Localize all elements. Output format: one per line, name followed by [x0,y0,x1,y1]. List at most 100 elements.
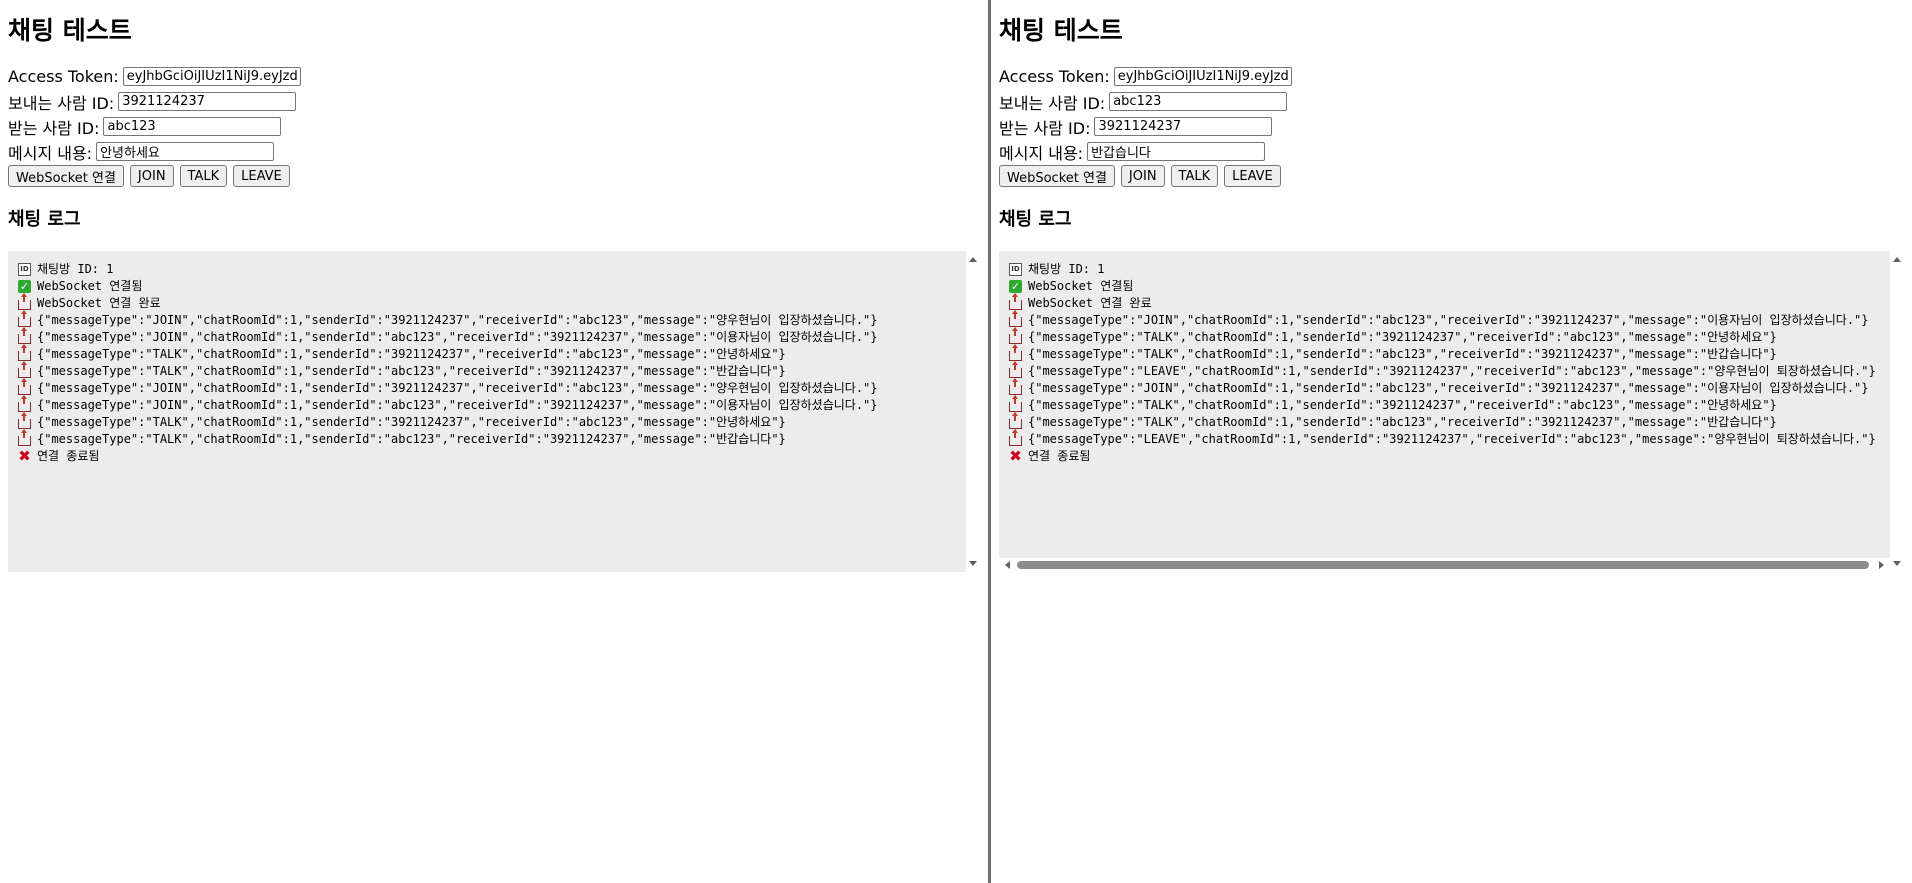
button-bar: WebSocket 연결 JOIN TALK LEAVE [999,165,1904,187]
message-input[interactable] [1087,142,1266,161]
cross-icon: ✖ [18,447,31,465]
receiver-id-input[interactable] [103,117,282,136]
log-line: {"messageType":"TALK","chatRoomId":1,"se… [1009,412,1890,431]
vertical-scrollbar[interactable] [966,251,980,572]
log-line: {"messageType":"TALK","chatRoomId":1,"se… [18,344,980,363]
log-text: {"messageType":"TALK","chatRoomId":1,"se… [1028,415,1777,429]
page-title: 채팅 테스트 [999,16,1123,45]
log-line: {"messageType":"TALK","chatRoomId":1,"se… [18,361,980,380]
outbox-icon [1009,429,1022,446]
log-text: {"messageType":"TALK","chatRoomId":1,"se… [1028,398,1777,412]
log-line: ✓ WebSocket 연결됨 [1009,278,1890,295]
talk-button[interactable]: TALK [179,165,228,187]
log-line: ✓ WebSocket 연결됨 [18,278,980,295]
scroll-down-icon[interactable] [969,561,977,566]
log-text: WebSocket 연결됨 [1028,279,1134,293]
log-line: {"messageType":"TALK","chatRoomId":1,"se… [18,429,980,448]
log-line: {"messageType":"JOIN","chatRoomId":1,"se… [18,378,980,397]
page-title: 채팅 테스트 [8,16,132,45]
scroll-left-icon[interactable] [1005,561,1010,569]
scroll-up-icon[interactable] [1893,257,1901,262]
leave-button[interactable]: LEAVE [233,165,290,187]
sender-label: 보내는 사람 ID: [8,93,115,113]
log-line: {"messageType":"JOIN","chatRoomId":1,"se… [18,395,980,414]
token-row: Access Token: [8,64,980,89]
outbox-icon [1009,412,1022,429]
log-line: ✖ 연결 종료됨 [1009,448,1890,465]
chat-log-content: ID 채팅방 ID: 1 ✓ WebSocket 연결됨 WebSocket 연결 완료… [999,251,1890,465]
receiver-row: 받는 사람 ID: [999,114,1904,139]
log-text: {"messageType":"TALK","chatRoomId":1,"se… [37,347,786,361]
log-line: {"messageType":"JOIN","chatRoomId":1,"se… [1009,378,1890,397]
outbox-icon [1009,293,1022,310]
log-line: {"messageType":"TALK","chatRoomId":1,"se… [1009,344,1890,363]
join-button[interactable]: JOIN [1120,165,1165,187]
log-text: {"messageType":"LEAVE","chatRoomId":1,"s… [1028,364,1876,378]
sender-label: 보내는 사람 ID: [999,93,1106,113]
token-input[interactable] [1113,67,1292,86]
outbox-icon [18,395,31,412]
token-label: Access Token: [8,67,119,86]
token-input[interactable] [122,67,301,86]
log-title: 채팅 로그 [8,209,81,230]
log-text: {"messageType":"JOIN","chatRoomId":1,"se… [37,398,878,412]
log-line: {"messageType":"JOIN","chatRoomId":1,"se… [18,327,980,346]
chat-pane-right: 채팅 테스트 Access Token: 보내는 사람 ID: 받는 사람 ID… [991,0,1912,883]
outbox-icon [18,361,31,378]
message-input[interactable] [96,142,275,161]
log-text: {"messageType":"JOIN","chatRoomId":1,"se… [37,381,878,395]
message-label: 메시지 내용: [8,143,93,163]
outbox-icon [18,429,31,446]
id-icon: ID [1009,263,1022,276]
log-text: WebSocket 연결 완료 [37,296,161,310]
log-text: 연결 종료됨 [37,449,100,463]
log-text: {"messageType":"TALK","chatRoomId":1,"se… [1028,330,1777,344]
scroll-down-icon[interactable] [1893,561,1901,566]
log-text: 채팅방 ID: 1 [37,262,114,276]
token-row: Access Token: [999,64,1904,89]
sender-id-input[interactable] [118,92,297,111]
chat-pane-left: 채팅 테스트 Access Token: 보내는 사람 ID: 받는 사람 ID… [0,0,988,883]
leave-button[interactable]: LEAVE [1224,165,1281,187]
log-text: {"messageType":"JOIN","chatRoomId":1,"se… [1028,381,1869,395]
log-line: {"messageType":"LEAVE","chatRoomId":1,"s… [1009,361,1890,380]
vertical-scrollbar[interactable] [1890,251,1904,572]
button-bar: WebSocket 연결 JOIN TALK LEAVE [8,165,980,187]
horizontal-scrollbar[interactable] [999,558,1890,572]
chat-log[interactable]: ID 채팅방 ID: 1 ✓ WebSocket 연결됨 WebSocket 연결 완료… [999,251,1904,572]
log-text: {"messageType":"JOIN","chatRoomId":1,"se… [37,330,878,344]
log-line: {"messageType":"TALK","chatRoomId":1,"se… [1009,327,1890,346]
receiver-id-input[interactable] [1094,117,1273,136]
log-line: {"messageType":"JOIN","chatRoomId":1,"se… [1009,310,1890,329]
id-icon: ID [18,263,31,276]
sender-id-input[interactable] [1109,92,1288,111]
log-line: WebSocket 연결 완료 [1009,293,1890,312]
websocket-connect-button[interactable]: WebSocket 연결 [999,165,1115,187]
log-line: {"messageType":"JOIN","chatRoomId":1,"se… [18,310,980,329]
scroll-right-icon[interactable] [1879,561,1884,569]
websocket-connect-button[interactable]: WebSocket 연결 [8,165,124,187]
chat-log[interactable]: ID 채팅방 ID: 1 ✓ WebSocket 연결됨 WebSocket 연결 완료… [8,251,980,572]
outbox-icon [18,310,31,327]
outbox-icon [18,412,31,429]
outbox-icon [1009,361,1022,378]
log-text: {"messageType":"JOIN","chatRoomId":1,"se… [37,313,878,327]
log-text: {"messageType":"TALK","chatRoomId":1,"se… [1028,347,1777,361]
outbox-icon [18,293,31,310]
log-text: {"messageType":"JOIN","chatRoomId":1,"se… [1028,313,1869,327]
scroll-up-icon[interactable] [969,257,977,262]
check-icon: ✓ [18,280,31,293]
outbox-icon [18,378,31,395]
log-line: ✖ 연결 종료됨 [18,448,980,465]
join-button[interactable]: JOIN [129,165,174,187]
log-line: {"messageType":"LEAVE","chatRoomId":1,"s… [1009,429,1890,448]
receiver-label: 받는 사람 ID: [8,118,100,138]
log-text: {"messageType":"TALK","chatRoomId":1,"se… [37,432,786,446]
log-text: WebSocket 연결 완료 [1028,296,1152,310]
sender-row: 보내는 사람 ID: [999,89,1904,114]
log-text: {"messageType":"LEAVE","chatRoomId":1,"s… [1028,432,1876,446]
scroll-thumb[interactable] [1017,561,1869,569]
talk-button[interactable]: TALK [1170,165,1219,187]
message-row: 메시지 내용: [8,139,980,164]
outbox-icon [1009,378,1022,395]
